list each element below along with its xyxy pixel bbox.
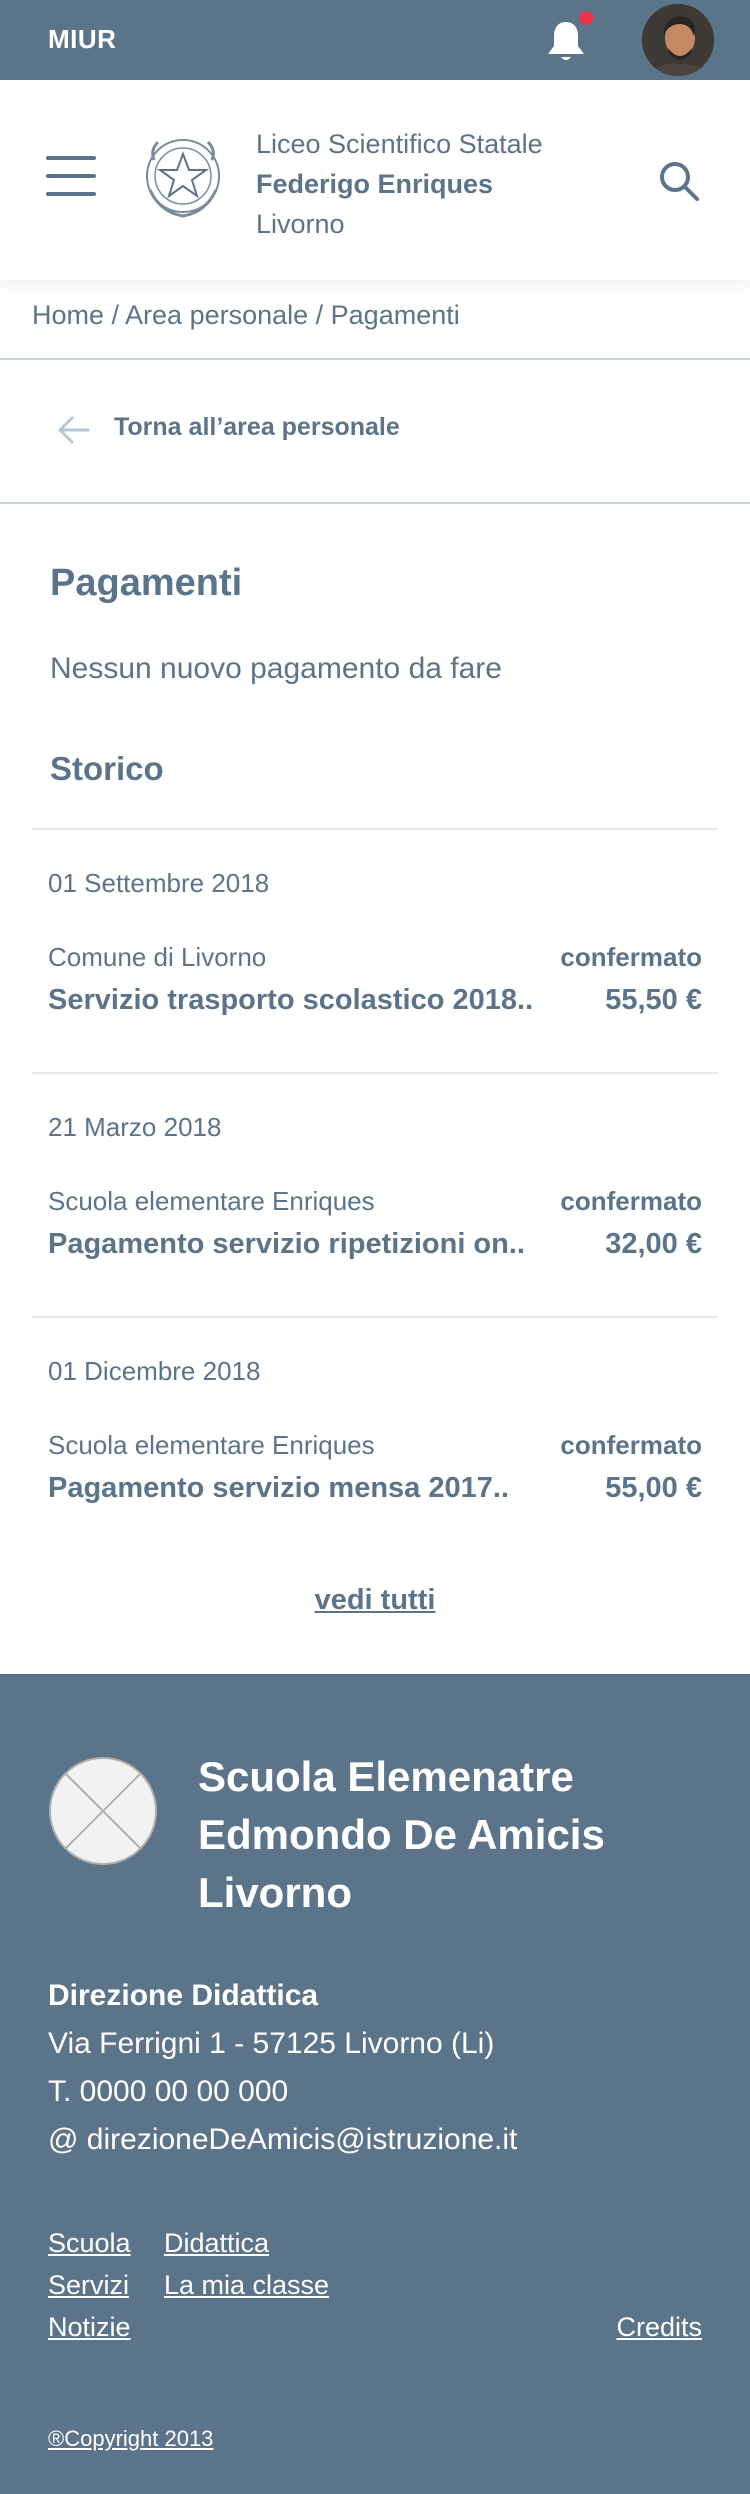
back-to-personal-area-link[interactable]: Torna all’area personale [0, 360, 750, 502]
divider [0, 502, 750, 504]
site-header: Liceo Scientifico Statale Federigo Enriq… [0, 80, 750, 280]
payment-description: Pagamento servizio ripetizioni on.. [48, 1228, 525, 1260]
footer-link-servizi[interactable]: Servizi [48, 2270, 129, 2301]
no-payments-message: Nessun nuovo pagamento da fare [50, 652, 502, 685]
history-title: Storico [50, 750, 164, 787]
site-footer: Scuola Elemenatre Edmondo De Amicis Livo… [0, 1674, 750, 2494]
payment-description: Pagamento servizio mensa 2017.. [48, 1472, 509, 1504]
footer-name-line: Livorno [198, 1869, 352, 1916]
footer-phone: T. 0000 00 00 000 [48, 2075, 289, 2108]
payment-payee: Scuola elementare Enriques [48, 1430, 375, 1460]
footer-name-line: Edmondo De Amicis [198, 1811, 605, 1858]
school-name[interactable]: Liceo Scientifico Statale Federigo Enriq… [256, 124, 543, 244]
footer-contacts: Direzione Didattica Via Ferrigni 1 - 571… [48, 1972, 517, 2164]
footer-address: Via Ferrigni 1 - 57125 Livorno (Li) [48, 2027, 495, 2060]
payment-date: 21 Marzo 2018 [48, 1112, 222, 1142]
page-title: Pagamenti [50, 562, 243, 604]
payment-status: confermato [560, 1430, 702, 1460]
payment-payee: Scuola elementare Enriques [48, 1186, 375, 1216]
placeholder-logo [49, 1757, 157, 1865]
school-title: Federigo Enriques [256, 169, 494, 199]
arrow-left-icon [58, 416, 90, 444]
footer-email[interactable]: @ direzioneDeAmicis@istruzione.it [48, 2116, 517, 2164]
republic-emblem-logo[interactable] [140, 130, 226, 226]
payment-amount: 55,50 € [605, 984, 702, 1016]
breadcrumb[interactable]: Home / Area personale / Pagamenti [32, 300, 460, 331]
footer-link-notizie[interactable]: Notizie [48, 2312, 131, 2343]
footer-school-name: Scuola Elemenatre Edmondo De Amicis Livo… [198, 1748, 718, 1922]
payment-date: 01 Dicembre 2018 [48, 1356, 261, 1386]
footer-link-didattica[interactable]: Didattica [164, 2228, 269, 2259]
payment-item[interactable]: 01 Settembre 2018 Comune di Livorno conf… [32, 828, 718, 1072]
payment-status: confermato [560, 1186, 702, 1216]
payment-item[interactable]: 21 Marzo 2018 Scuola elementare Enriques… [32, 1072, 718, 1316]
payment-description: Servizio trasporto scolastico 2018.. [48, 984, 534, 1016]
copyright[interactable]: ®Copyright 2013 [48, 2426, 213, 2452]
payment-item[interactable]: 01 Dicembre 2018 Scuola elementare Enriq… [32, 1316, 718, 1560]
payment-date: 01 Settembre 2018 [48, 868, 270, 898]
top-bar: MIUR [0, 0, 750, 80]
school-type: Liceo Scientifico Statale [256, 129, 543, 159]
footer-office: Direzione Didattica [48, 1979, 319, 2012]
hamburger-menu-icon[interactable] [46, 156, 96, 196]
footer-link-la-mia-classe[interactable]: La mia classe [164, 2270, 329, 2301]
footer-links: Scuola Didattica Servizi La mia classe N… [48, 2228, 702, 2358]
payment-payee: Comune di Livorno [48, 942, 267, 972]
see-all-link[interactable]: vedi tutti [0, 1584, 750, 1617]
footer-name-line: Scuola Elemenatre [198, 1753, 574, 1800]
footer-link-scuola[interactable]: Scuola [48, 2228, 131, 2259]
payment-amount: 55,00 € [605, 1472, 702, 1504]
notification-dot [576, 8, 596, 28]
payment-amount: 32,00 € [605, 1228, 702, 1260]
user-avatar[interactable] [642, 4, 714, 76]
payment-history-list: 01 Settembre 2018 Comune di Livorno conf… [32, 828, 718, 1560]
search-icon[interactable] [656, 158, 702, 204]
payment-status: confermato [560, 942, 702, 972]
back-link-label: Torna all’area personale [114, 413, 400, 441]
school-city: Livorno [256, 209, 345, 239]
avatar-portrait-icon [642, 4, 714, 76]
footer-link-credits[interactable]: Credits [616, 2312, 702, 2343]
miur-brand[interactable]: MIUR [48, 24, 116, 55]
